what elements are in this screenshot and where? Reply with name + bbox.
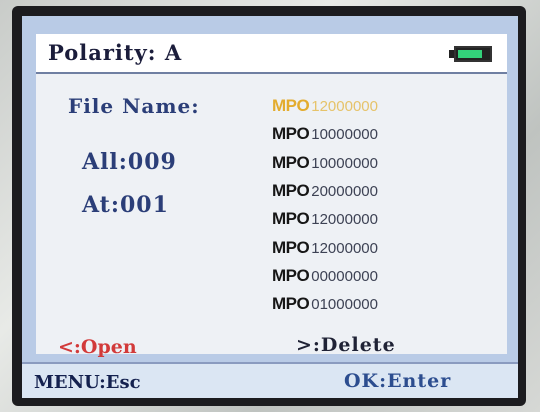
- current-position-label: At:001: [82, 192, 169, 218]
- delete-action[interactable]: >:Delete: [296, 334, 396, 356]
- menu-esc-button[interactable]: MENU:Esc: [34, 372, 141, 393]
- file-prefix: MPO: [272, 237, 310, 257]
- battery-level: [458, 50, 482, 58]
- file-number: 12000000: [311, 239, 378, 257]
- file-item[interactable]: MPO 12000000: [272, 209, 378, 229]
- lcd-screen: Polarity: A File Name: All:009 At:001 MP…: [22, 16, 518, 398]
- battery-icon: [454, 46, 492, 62]
- file-name-label: File Name:: [68, 94, 200, 118]
- file-item[interactable]: MPO 12000000: [272, 238, 378, 258]
- file-item[interactable]: MPO 12000000: [272, 96, 378, 116]
- polarity-title: Polarity: A: [48, 40, 183, 65]
- file-prefix: MPO: [272, 209, 310, 229]
- file-prefix: MPO: [272, 265, 310, 285]
- open-action[interactable]: <:Open: [58, 336, 137, 358]
- file-number: 20000000: [311, 182, 378, 200]
- header-bar: Polarity: A: [36, 34, 507, 74]
- file-count-label: All:009: [82, 149, 177, 175]
- file-number: 10000000: [311, 126, 378, 144]
- file-item[interactable]: MPO 01000000: [272, 294, 378, 314]
- file-number: 12000000: [311, 98, 378, 115]
- file-item[interactable]: MPO 00000000: [272, 266, 378, 286]
- file-prefix: MPO: [272, 152, 310, 172]
- ok-enter-button[interactable]: OK:Enter: [344, 370, 451, 392]
- file-prefix: MPO: [272, 124, 310, 144]
- file-number: 01000000: [311, 296, 378, 314]
- file-item[interactable]: MPO 20000000: [272, 181, 378, 201]
- file-item[interactable]: MPO 10000000: [272, 153, 378, 173]
- file-number: 10000000: [311, 154, 378, 172]
- footer-bar: MENU:Esc OK:Enter: [22, 362, 518, 398]
- file-prefix: MPO: [272, 294, 310, 314]
- file-prefix: MPO: [272, 180, 310, 200]
- file-item[interactable]: MPO 10000000: [272, 124, 378, 144]
- main-panel: Polarity: A File Name: All:009 At:001 MP…: [36, 34, 507, 354]
- file-prefix: MPO: [272, 96, 310, 115]
- file-number: 00000000: [311, 267, 378, 285]
- file-number: 12000000: [311, 211, 378, 229]
